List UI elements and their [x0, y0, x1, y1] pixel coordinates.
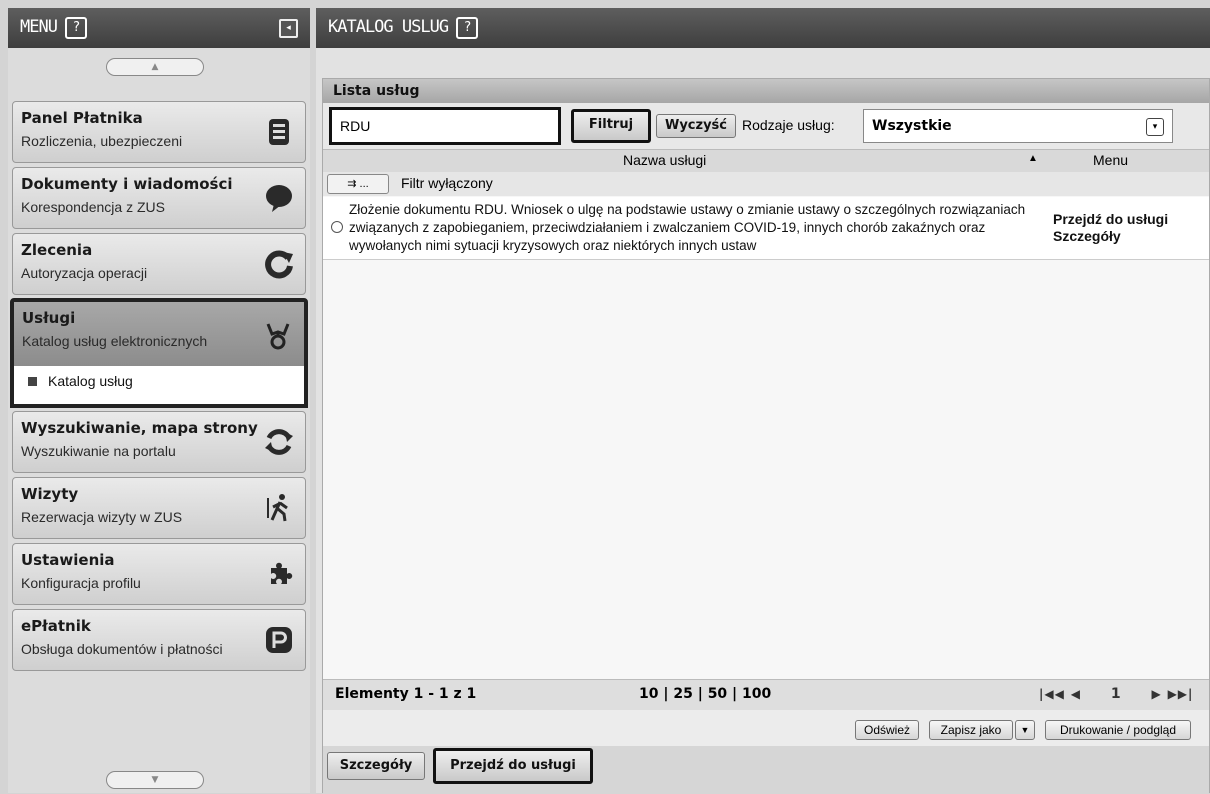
sidebar-item-subtitle: Rozliczenia, ubezpieczeni	[21, 133, 183, 149]
bottom-bar: Szczegóły Przejdź do usługi	[323, 746, 1209, 794]
pager: Elementy 1 - 1 z 1 10 | 25 | 50 | 100 |◀…	[323, 679, 1209, 711]
refresh-button[interactable]: Odśwież	[855, 720, 919, 740]
filter-bar: Filtruj Wyczyść Rodzaje usług: Wszystkie…	[323, 103, 1209, 149]
clear-button[interactable]: Wyczyść	[656, 114, 736, 138]
column-header-name[interactable]: Nazwa usługi	[623, 152, 706, 168]
sidebar-item-title: Usługi	[22, 309, 76, 327]
table-header: Nazwa usługi ▲ Menu	[323, 149, 1209, 173]
details-button[interactable]: Szczegóły	[327, 752, 425, 780]
scroll-down-button[interactable]: ▼	[106, 771, 204, 789]
go-to-service-button[interactable]: Przejdź do usługi	[433, 748, 593, 784]
column-header-menu: Menu	[1093, 152, 1129, 168]
last-page-icon[interactable]: ▶▶|	[1168, 687, 1194, 701]
refresh-icon	[263, 248, 295, 280]
sync-icon	[263, 426, 295, 458]
service-types-label: Rodzaje usług:	[742, 117, 835, 133]
row-details-link[interactable]: Szczegóły	[1053, 228, 1121, 244]
sidebar-item-dokumenty[interactable]: Dokumenty i wiadomości Korespondencja z …	[12, 167, 306, 229]
main-content: KATALOG USLUG? Lista usług Filtruj Wyczy…	[316, 8, 1210, 794]
sidebar-item-title: Dokumenty i wiadomości	[21, 175, 233, 193]
services-icon	[262, 320, 294, 352]
table-row[interactable]: Złożenie dokumentu RDU. Wniosek o ulgę n…	[323, 197, 1209, 260]
sidebar-item-subtitle: Konfiguracja profilu	[21, 575, 141, 591]
service-types-select[interactable]: Wszystkie ▾	[863, 109, 1173, 143]
submenu-katalog-uslug[interactable]: Katalog usług	[10, 366, 308, 408]
row-radio[interactable]	[331, 221, 343, 233]
sidebar-item-eplatnik[interactable]: ePłatnik Obsługa dokumentów i płatności	[12, 609, 306, 671]
sidebar-item-title: Ustawienia	[21, 551, 115, 569]
first-page-icon[interactable]: |◀◀	[1039, 687, 1065, 701]
sidebar-item-subtitle: Korespondencja z ZUS	[21, 199, 165, 215]
sidebar-item-title: Wizyty	[21, 485, 79, 503]
prev-page-icon[interactable]: ◀	[1071, 687, 1081, 701]
sidebar-menu: MENU? ◂ ▲ Panel Płatnika Rozliczenia, ub…	[8, 8, 310, 793]
scroll-up-button[interactable]: ▲	[106, 58, 204, 76]
chevron-down-icon: ▾	[1146, 118, 1164, 136]
help-icon[interactable]: ?	[456, 17, 479, 39]
bullet-icon	[28, 377, 37, 386]
next-page-icon[interactable]: ▶	[1151, 687, 1161, 701]
p-letter-icon	[263, 624, 295, 656]
sidebar-item-zlecenia[interactable]: Zlecenia Autoryzacja operacji	[12, 233, 306, 295]
sidebar-item-title: Zlecenia	[21, 241, 93, 259]
submenu-label: Katalog usług	[48, 373, 133, 389]
main-header: KATALOG USLUG?	[316, 8, 1210, 48]
service-types-value: Wszystkie	[872, 118, 952, 134]
panel-title: Lista usług	[323, 79, 1209, 103]
sidebar-title: MENU?	[20, 17, 87, 39]
collapse-sidebar-icon[interactable]: ◂	[279, 19, 298, 38]
print-preview-button[interactable]: Drukowanie / podgląd	[1045, 720, 1191, 740]
sidebar-item-subtitle: Autoryzacja operacji	[21, 265, 148, 281]
sidebar-title-text: MENU	[20, 17, 58, 37]
page-size-options[interactable]: 10 | 25 | 50 | 100	[639, 686, 771, 702]
sidebar-item-subtitle: Wyszukiwanie na portalu	[21, 443, 176, 459]
speech-bubble-icon	[263, 182, 295, 214]
sidebar-item-ustawienia[interactable]: Ustawienia Konfiguracja profilu	[12, 543, 306, 605]
pager-count: Elementy 1 - 1 z 1	[335, 686, 477, 702]
sidebar-header: MENU? ◂	[8, 8, 310, 48]
sidebar-item-title: Panel Płatnika	[21, 109, 143, 127]
page-title-text: KATALOG USLUG	[328, 17, 449, 37]
filter-row: ⇉ ... Filtr wyłączony	[323, 172, 1209, 196]
filter-toggle-button[interactable]: ⇉ ...	[327, 174, 389, 194]
save-as-dropdown-icon[interactable]: ▼	[1015, 720, 1035, 740]
sidebar-item-subtitle: Obsługa dokumentów i płatności	[21, 641, 223, 657]
filter-status: Filtr wyłączony	[401, 175, 493, 191]
walking-person-icon	[263, 492, 295, 524]
sidebar-item-subtitle: Katalog usług elektronicznych	[22, 333, 208, 349]
sidebar-item-wyszukiwanie[interactable]: Wyszukiwanie, mapa strony Wyszukiwanie n…	[12, 411, 306, 473]
puzzle-icon	[263, 558, 295, 590]
services-list-panel: Lista usług Filtruj Wyczyść Rodzaje usłu…	[322, 78, 1210, 794]
sidebar-item-uslugi[interactable]: Usługi Katalog usług elektronicznych	[10, 298, 308, 370]
pager-navigation: |◀◀ ◀ 1 ▶ ▶▶|	[1039, 686, 1193, 702]
current-page: 1	[1110, 686, 1122, 702]
sidebar-item-panel-platnika[interactable]: Panel Płatnika Rozliczenia, ubezpieczeni	[12, 101, 306, 163]
filter-button[interactable]: Filtruj	[571, 109, 651, 143]
document-icon	[263, 116, 295, 148]
search-input[interactable]	[329, 107, 561, 145]
sidebar-item-title: ePłatnik	[21, 617, 91, 635]
sidebar-item-subtitle: Rezerwacja wizyty w ZUS	[21, 509, 183, 525]
sort-ascending-icon[interactable]: ▲	[1028, 153, 1038, 164]
actions-bar: Odśwież Zapisz jako ▼ Drukowanie / podgl…	[323, 710, 1209, 746]
help-icon[interactable]: ?	[64, 17, 87, 39]
save-as-button[interactable]: Zapisz jako	[929, 720, 1013, 740]
sidebar-item-wizyty[interactable]: Wizyty Rezerwacja wizyty w ZUS	[12, 477, 306, 539]
row-go-to-service-link[interactable]: Przejdź do usługi	[1053, 211, 1168, 227]
page-title: KATALOG USLUG?	[328, 17, 479, 39]
sidebar-item-title: Wyszukiwanie, mapa strony	[21, 419, 258, 437]
service-description: Złożenie dokumentu RDU. Wniosek o ulgę n…	[349, 202, 1026, 253]
